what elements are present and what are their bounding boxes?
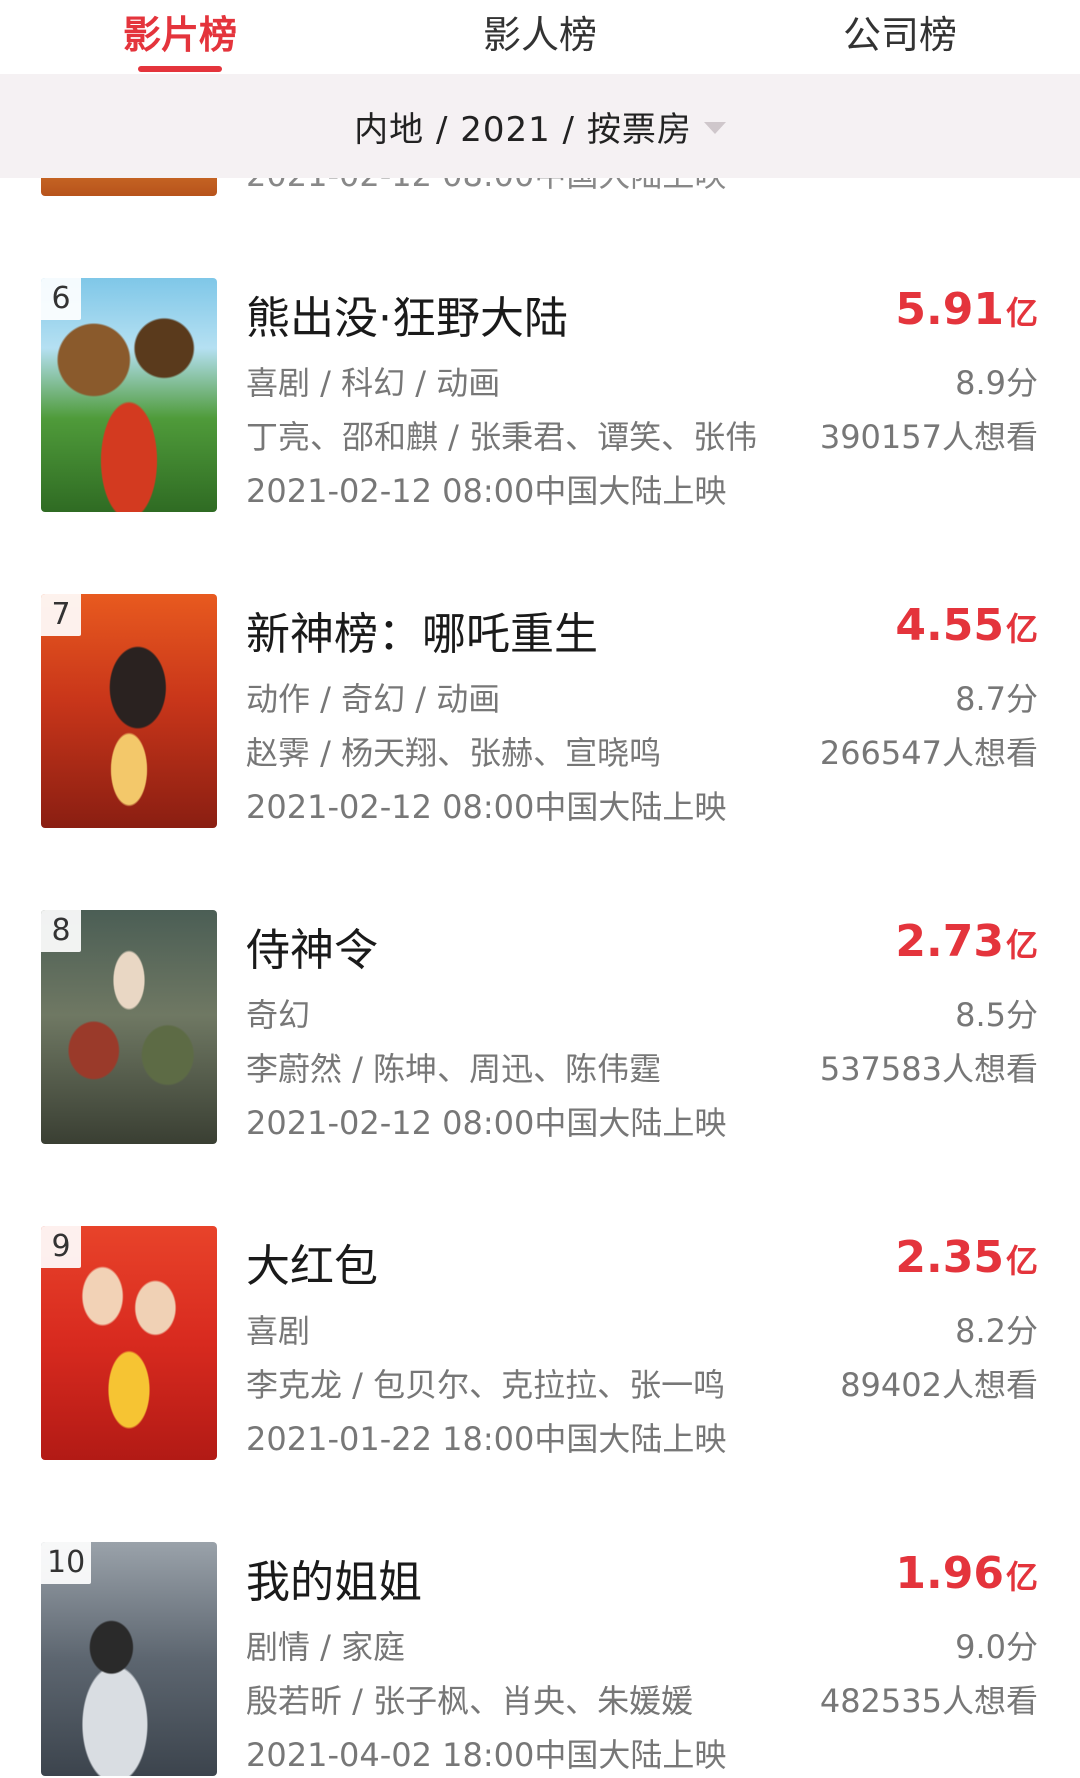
rank-badge: 7	[41, 594, 81, 636]
list-item[interactable]: 8 侍神令 奇幻 李蔚然 / 陈坤、周迅、陈伟霆 2021-02-12 08:0…	[0, 910, 1080, 1148]
movie-people: 李蔚然 / 陈坤、周迅、陈伟霆	[246, 1050, 662, 1088]
release-date: 2021-02-12 08:00中国大陆上映	[246, 472, 727, 510]
movie-title[interactable]: 我的姐姐	[246, 1546, 422, 1610]
movie-title[interactable]: 新神榜：哪吒重生	[246, 598, 598, 662]
chevron-down-icon	[703, 122, 726, 134]
ranking-page: 2021-02-12 08:00中国大陆上映 6 熊出没·狂野大陆 喜剧 / 科…	[0, 0, 1080, 1778]
box-office-unit: 亿	[1005, 1558, 1038, 1596]
list-item[interactable]: 6 熊出没·狂野大陆 喜剧 / 科幻 / 动画 丁亮、邵和麒 / 张秉君、谭笑、…	[0, 278, 1080, 516]
movie-genres: 喜剧	[246, 1312, 311, 1350]
rank-badge: 10	[41, 1542, 92, 1584]
want-count: 537583人想看	[819, 1050, 1038, 1088]
box-office-unit: 亿	[1005, 926, 1038, 964]
movie-people: 赵霁 / 杨天翔、张赫、宣晓鸣	[246, 734, 662, 772]
movie-title[interactable]: 大红包	[246, 1230, 378, 1294]
want-count: 390157人想看	[819, 418, 1038, 456]
filter-selector[interactable]: 内地 / 2021 / 按票房	[0, 74, 1080, 178]
box-office-unit: 亿	[1005, 294, 1038, 332]
movie-title[interactable]: 熊出没·狂野大陆	[246, 282, 568, 346]
box-office: 2.73亿	[895, 916, 1038, 967]
movie-poster[interactable]: 6	[41, 278, 217, 512]
movie-people: 丁亮、邵和麒 / 张秉君、谭笑、张伟	[246, 418, 758, 456]
rank-badge: 9	[41, 1226, 81, 1268]
rank-badge: 8	[41, 910, 81, 952]
movie-people: 李克龙 / 包贝尔、克拉拉、张一鸣	[246, 1366, 726, 1404]
box-office-unit: 亿	[1005, 1242, 1038, 1280]
movie-score: 9.0分	[955, 1628, 1038, 1666]
movie-poster[interactable]: 7	[41, 594, 217, 828]
box-office: 1.96亿	[895, 1548, 1038, 1599]
movie-title[interactable]: 侍神令	[246, 914, 378, 978]
box-office-unit: 亿	[1005, 610, 1038, 648]
movie-score: 8.2分	[955, 1312, 1038, 1350]
movie-genres: 奇幻	[246, 996, 311, 1034]
want-count: 266547人想看	[819, 734, 1038, 772]
movie-score: 8.5分	[955, 996, 1038, 1034]
box-office-value: 2.73	[895, 916, 1004, 967]
filter-label: 内地 / 2021 / 按票房	[354, 109, 692, 150]
movie-poster[interactable]: 9	[41, 1226, 217, 1460]
list-item[interactable]: 9 大红包 喜剧 李克龙 / 包贝尔、克拉拉、张一鸣 2021-01-22 18…	[0, 1226, 1080, 1464]
movie-poster[interactable]: 10	[41, 1542, 217, 1776]
movie-people: 殷若昕 / 张子枫、肖央、朱媛媛	[246, 1682, 694, 1720]
release-date: 2021-02-12 08:00中国大陆上映	[246, 1104, 727, 1142]
box-office: 2.35亿	[895, 1232, 1038, 1283]
box-office-value: 2.35	[895, 1232, 1004, 1283]
box-office: 5.91亿	[895, 284, 1038, 335]
release-date: 2021-01-22 18:00中国大陆上映	[246, 1420, 727, 1458]
ranking-tabs: 影片榜 影人榜 公司榜	[0, 0, 1080, 74]
box-office-value: 5.91	[895, 284, 1004, 335]
want-count: 482535人想看	[819, 1682, 1038, 1720]
active-tab-indicator	[138, 66, 222, 72]
box-office-value: 1.96	[895, 1548, 1004, 1599]
movie-genres: 喜剧 / 科幻 / 动画	[246, 364, 501, 402]
movie-score: 8.7分	[955, 680, 1038, 718]
box-office: 4.55亿	[895, 600, 1038, 651]
tab-people[interactable]: 影人榜	[483, 4, 597, 59]
list-item[interactable]: 7 新神榜：哪吒重生 动作 / 奇幻 / 动画 赵霁 / 杨天翔、张赫、宣晓鸣 …	[0, 594, 1080, 832]
movie-genres: 动作 / 奇幻 / 动画	[246, 680, 501, 718]
movie-poster[interactable]: 8	[41, 910, 217, 1144]
box-office-value: 4.55	[895, 600, 1004, 651]
list-item[interactable]: 10 我的姐姐 剧情 / 家庭 殷若昕 / 张子枫、肖央、朱媛媛 2021-04…	[0, 1542, 1080, 1778]
rank-badge: 6	[41, 278, 81, 320]
want-count: 89402人想看	[840, 1366, 1038, 1404]
movie-genres: 剧情 / 家庭	[246, 1628, 406, 1666]
release-date: 2021-04-02 18:00中国大陆上映	[246, 1736, 727, 1774]
tab-companies[interactable]: 公司榜	[843, 4, 957, 59]
release-date: 2021-02-12 08:00中国大陆上映	[246, 788, 727, 826]
tab-movies[interactable]: 影片榜	[123, 4, 237, 59]
movie-score: 8.9分	[955, 364, 1038, 402]
